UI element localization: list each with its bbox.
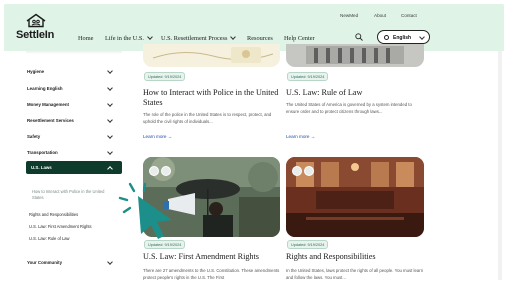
updated-date-badge: Updated: 9/19/2024 xyxy=(144,72,186,81)
logo-wordmark: SettleIn xyxy=(16,29,55,41)
sidebar-item-us-laws[interactable]: U.S. Laws xyxy=(26,161,122,174)
sidebar-fade xyxy=(26,51,122,54)
learn-more-link-rule-of-law[interactable]: Learn more → xyxy=(286,134,315,139)
card-title-police[interactable]: How to Interact with Police in the Unite… xyxy=(143,88,283,108)
nav-resettlement-process[interactable]: U.S. Resettlement Process xyxy=(161,33,237,42)
nav-life-in-us[interactable]: Life in the U.S. xyxy=(105,33,153,42)
sidebar-item-safety[interactable]: Safety xyxy=(27,134,40,139)
sidebar-item-learning-english[interactable]: Learning English xyxy=(27,86,63,91)
chevron-down-icon xyxy=(230,33,237,40)
chevron-down-icon xyxy=(419,33,425,40)
chevron-down-icon[interactable] xyxy=(107,68,113,74)
sidebar-item-transportation[interactable]: Transportation xyxy=(27,150,58,155)
card-title-first-amendment[interactable]: U.S. Law: First Amendment Rights xyxy=(143,252,293,262)
chevron-down-icon xyxy=(147,33,153,40)
nav-resettlement-label: U.S. Resettlement Process xyxy=(161,35,228,42)
sidebar-subitem-first-amendment[interactable]: U.S. Law: First Amendment Rights xyxy=(29,224,92,229)
browser-viewport: NewMed About Contact SettleIn Home Life … xyxy=(4,4,504,280)
sidebar-subitem-rights[interactable]: Rights and Responsibilities xyxy=(29,212,78,217)
updated-date-badge: Updated: 9/19/2024 xyxy=(287,240,329,249)
card-desc-rights: In the United States, laws protect the r… xyxy=(286,268,424,280)
card-image-rule-of-law[interactable] xyxy=(286,44,424,67)
card-title-rights[interactable]: Rights and Responsibilities xyxy=(286,252,436,262)
building-photo xyxy=(286,44,424,67)
updated-date-badge: Updated: 9/19/2024 xyxy=(287,72,329,81)
sidebar-subitem-rule-of-law[interactable]: U.S. Law: Rule of Law xyxy=(29,236,70,241)
sidebar-item-your-community[interactable]: Your Community xyxy=(27,260,62,265)
house-logo-icon xyxy=(26,13,46,28)
nav-help-center[interactable]: Help Center xyxy=(284,35,315,42)
card-desc-first-amendment: There are 27 amendments to the U.S. Cons… xyxy=(143,268,280,280)
sidebar-subitem-police[interactable]: How to Interact with Police in the Unite… xyxy=(32,189,116,201)
chevron-down-icon[interactable] xyxy=(107,117,113,123)
site-logo[interactable]: SettleIn xyxy=(16,13,56,47)
chevron-up-icon xyxy=(107,165,113,172)
card-image-rights[interactable] xyxy=(286,157,424,237)
sidebar-item-hygiene[interactable]: Hygiene xyxy=(27,69,44,74)
utility-link-contact[interactable]: Contact xyxy=(401,13,417,18)
sidebar-item-label: U.S. Laws xyxy=(31,165,52,171)
learn-more-link-police[interactable]: Learn more → xyxy=(143,134,172,139)
chevron-down-icon[interactable] xyxy=(107,101,113,107)
card-title-rule-of-law[interactable]: U.S. Law: Rule of Law xyxy=(286,88,426,98)
card-desc-police: The role of the police in the United Sta… xyxy=(143,112,272,124)
chevron-down-icon[interactable] xyxy=(107,149,113,155)
sidebar-item-money-management[interactable]: Money Management xyxy=(27,102,69,107)
language-label: English xyxy=(393,34,412,41)
tag-icon xyxy=(292,166,302,176)
nav-resources[interactable]: Resources xyxy=(247,35,273,42)
page-scrollbar[interactable] xyxy=(498,51,502,280)
chevron-down-icon[interactable] xyxy=(107,85,113,91)
chevron-down-icon[interactable] xyxy=(107,259,113,265)
card-image-police[interactable] xyxy=(143,44,280,67)
card-desc-rule-of-law: The United States of America is governed… xyxy=(286,102,412,114)
utility-link-about[interactable]: About xyxy=(374,13,386,18)
nav-life-in-us-label: Life in the U.S. xyxy=(105,35,144,42)
globe-icon xyxy=(384,34,389,40)
topic-sidebar: Hygiene Learning English Money Managemen… xyxy=(4,51,128,280)
utility-link-newmed[interactable]: NewMed xyxy=(340,13,358,18)
nav-home[interactable]: Home xyxy=(78,35,93,42)
illustration-image xyxy=(143,44,280,67)
cursor-click-indicator-icon xyxy=(118,182,172,239)
language-selector[interactable]: English xyxy=(377,30,430,44)
sidebar-item-resettlement-services[interactable]: Resettlement Services xyxy=(27,118,74,123)
search-icon[interactable] xyxy=(355,33,363,41)
chevron-down-icon[interactable] xyxy=(107,133,113,139)
tag-icon xyxy=(304,166,314,176)
card-tag-icons xyxy=(292,163,316,181)
